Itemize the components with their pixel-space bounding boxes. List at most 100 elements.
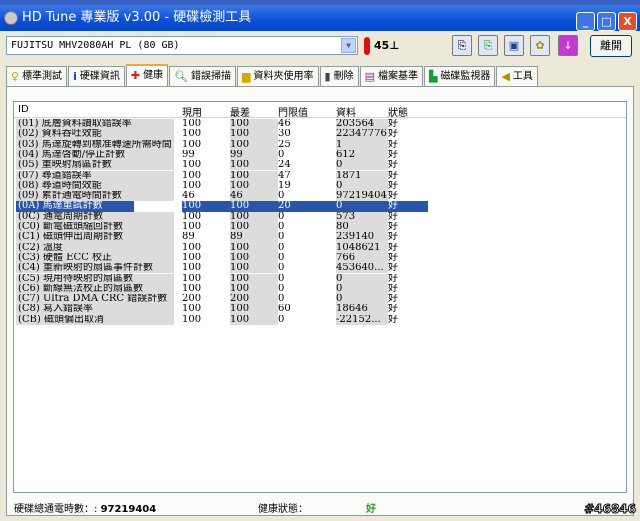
cell-current: 100 — [182, 119, 202, 129]
cell-worst: 100 — [230, 304, 278, 315]
tab-error-scan[interactable]: 🔍︎ 錯誤掃描 — [169, 66, 237, 86]
tab-folder-usage[interactable]: ▆ 資料夾使用率 — [237, 66, 319, 86]
maximize-button[interactable]: □ — [597, 12, 616, 31]
cell-raw-data: 453640... — [336, 263, 388, 274]
table-row[interactable]: (C8) 寫入錯誤率 100 100 60 18646 好 — [14, 304, 434, 315]
watermark: #46846 — [584, 502, 637, 517]
options-icon[interactable]: ✿ — [530, 35, 550, 56]
save-icon[interactable]: ▣ — [504, 35, 524, 56]
cell-raw-data: 1871 — [336, 170, 388, 181]
cell-status: 好 — [388, 139, 398, 150]
minimize-button[interactable]: _ — [576, 12, 595, 31]
table-row[interactable]: (08) 尋道時間效能 100 100 19 0 好 — [14, 180, 434, 191]
cell-worst: 100 — [230, 129, 278, 140]
cell-attr-id: (C1) 磁頭伸出周期計數 — [16, 232, 174, 243]
tab-label: 標準測試 — [22, 70, 63, 82]
cell-worst: 100 — [230, 139, 278, 150]
tab-file-benchmark[interactable]: ▤ 檔案基準 — [359, 66, 423, 86]
cell-status: 好 — [388, 232, 398, 243]
exit-button[interactable]: 離開 — [590, 35, 632, 57]
cell-attr-id: (05) 重映射扇區計數 — [16, 160, 174, 171]
tab-label: 磁碟監視器 — [440, 70, 491, 82]
tab-benchmark[interactable]: ♀ 標準測試 — [6, 66, 68, 86]
cell-current: 100 — [182, 252, 202, 263]
copy-text-button[interactable]: ⎘ — [452, 35, 472, 56]
table-row[interactable]: (C0) 斷電磁頭縮回計數 100 100 0 80 好 — [14, 222, 434, 233]
close-button[interactable]: X — [618, 12, 637, 31]
column-threshold[interactable]: 門限值 — [278, 104, 336, 119]
table-row[interactable]: (07) 尋道錯誤率 100 100 47 1871 好 — [14, 170, 434, 181]
cell-threshold: 47 — [278, 170, 291, 181]
table-row[interactable]: (03) 馬達旋轉到標准轉速所需時間 100 100 25 1 好 — [14, 139, 434, 150]
table-row[interactable]: (01) 底層資料讀取錯誤率 100 100 46 203564 好 — [14, 119, 434, 130]
table-row[interactable]: (C3) 硬體 ECC 校正 100 100 0 766 好 — [14, 252, 434, 264]
table-row[interactable]: (C7) Ultra DMA CRC 錯誤計數 200 200 0 0 好 — [14, 294, 434, 305]
cell-current: 100 — [182, 129, 202, 140]
tab-label: 硬碟資訊 — [79, 70, 120, 82]
magnifier-icon: 🔍︎ — [174, 69, 189, 83]
smart-attributes-list[interactable]: ID 現用 最差 門限值 資料 狀態 (01) 底層資料讀取錯誤率 100 100 4… — [13, 101, 627, 493]
cell-current: 46 — [182, 191, 195, 202]
column-worst[interactable]: 最差 — [230, 104, 278, 119]
title-bar: HD Tune 專業版 v3.00 - 硬碟檢測工具 _ □ X — [0, 5, 640, 31]
cell-threshold: 24 — [278, 160, 291, 171]
table-row[interactable]: (C2) 溫度 100 100 0 1048621 好 — [14, 242, 434, 253]
cell-attr-id: (C0) 斷電磁頭縮回計數 — [16, 222, 174, 233]
table-row[interactable]: (04) 馬達啓動/停止計數 99 99 0 612 好 — [14, 149, 434, 161]
tab-tools[interactable]: ◀ 工具 — [496, 66, 538, 86]
cell-threshold: 46 — [278, 119, 291, 129]
tab-label: 工具 — [512, 70, 533, 82]
list-header: ID 現用 最差 門限值 資料 狀態 — [14, 102, 626, 119]
table-row[interactable]: (C4) 重新映射的扇區事件計數 100 100 0 453640... 好 — [14, 263, 434, 274]
table-row[interactable]: (C6) 斷線無法校正的扇區數 100 100 0 0 好 — [14, 283, 434, 294]
cell-raw-data: 0 — [336, 283, 388, 294]
cell-raw-data: 80 — [336, 222, 388, 233]
cell-attr-id: (02) 資料吞吐效能 — [16, 129, 174, 140]
cell-status: 好 — [388, 222, 398, 232]
cell-attr-id: (04) 馬達啓動/停止計數 — [16, 149, 174, 161]
tab-health[interactable]: ✚ 健康 — [125, 64, 169, 86]
table-row[interactable]: (09) 累計通電時間計數 46 46 0 97219404 好 — [14, 191, 434, 202]
table-row[interactable]: (CB) 磁頭偏出取消 100 100 0 -22152... 好 — [14, 314, 434, 325]
cell-threshold: 0 — [278, 232, 285, 243]
cell-attr-id: (0C) 通電周期計數 — [16, 211, 174, 222]
copy-screenshot-button[interactable]: ⎘ — [478, 35, 498, 56]
cell-raw-data: 612 — [336, 149, 388, 161]
chevron-down-icon[interactable]: ▼ — [341, 38, 356, 53]
cell-attr-id: (C6) 斷線無法校正的扇區數 — [16, 283, 174, 294]
tab-disk-monitor[interactable]: ▙ 磁碟監視器 — [423, 66, 496, 86]
tab-info[interactable]: i 硬碟資訊 — [68, 66, 125, 86]
cell-status: 好 — [388, 304, 398, 315]
cell-attr-id: (03) 馬達旋轉到標准轉速所需時間 — [16, 139, 174, 150]
power-on-label: 硬碟總通電時數：: — [14, 504, 98, 515]
table-row[interactable]: (C5) 現用待映射的扇區數 100 100 0 0 好 — [14, 273, 434, 284]
cell-threshold: 19 — [278, 180, 291, 191]
info-icon: i — [73, 69, 77, 83]
table-row[interactable]: (0A) 馬達重試計數 100 100 20 0 好 — [14, 201, 434, 212]
cell-attr-id: (CB) 磁頭偏出取消 — [16, 314, 174, 325]
table-row[interactable]: (05) 重映射扇區計數 100 100 24 0 好 — [14, 160, 434, 171]
cell-current: 100 — [182, 211, 202, 222]
tab-label: 健康 — [143, 70, 164, 81]
table-row[interactable]: (02) 資料吞吐效能 100 100 30 22347776 好 — [14, 129, 434, 140]
folder-icon: ▆ — [242, 69, 251, 83]
cell-threshold: 20 — [278, 201, 336, 212]
column-current[interactable]: 現用 — [182, 104, 230, 119]
cell-status: 好 — [388, 242, 398, 253]
drive-select[interactable]: FUJITSU MHV2080AH PL (80 GB) ▼ — [6, 36, 358, 55]
column-status[interactable]: 狀態 — [388, 104, 428, 119]
health-value: 好 — [366, 504, 376, 515]
table-row[interactable]: (0C) 通電周期計數 100 100 0 573 好 — [14, 211, 434, 222]
cell-raw-data: 0 — [336, 294, 388, 305]
table-row[interactable]: (C1) 磁頭伸出周期計數 89 89 0 239140 好 — [14, 232, 434, 243]
cell-threshold: 30 — [278, 129, 291, 140]
tab-erase[interactable]: ▮ 刪除 — [319, 66, 359, 86]
column-data[interactable]: 資料 — [336, 104, 388, 119]
cell-worst: 100 — [230, 283, 278, 294]
cell-worst: 46 — [230, 191, 278, 202]
cell-attr-id: (07) 尋道錯誤率 — [16, 170, 174, 181]
cell-raw-data: 97219404 — [336, 191, 388, 202]
cell-current: 99 — [182, 149, 195, 160]
download-icon[interactable]: ↓ — [558, 35, 578, 56]
column-id[interactable]: ID — [18, 104, 178, 115]
